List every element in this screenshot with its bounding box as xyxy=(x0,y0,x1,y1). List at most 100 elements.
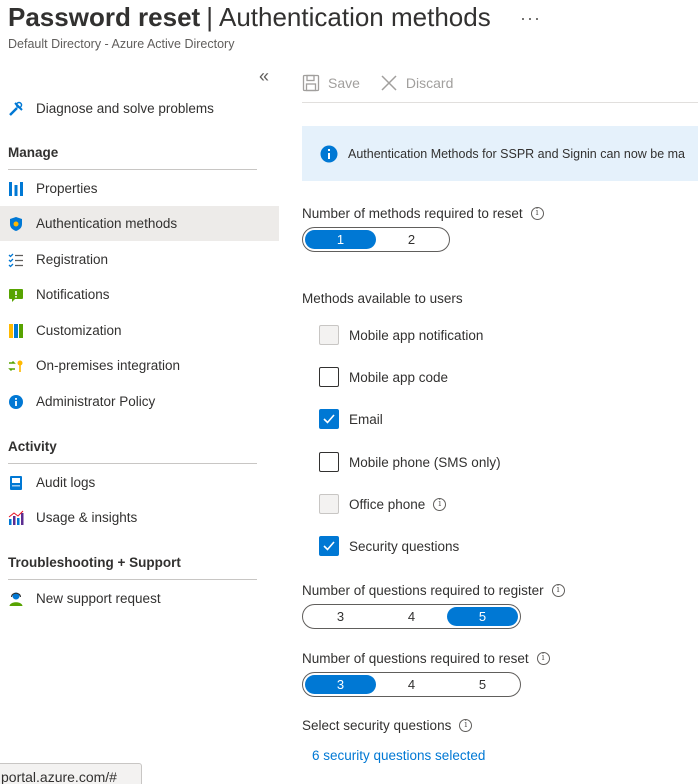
checkbox[interactable] xyxy=(319,536,339,556)
save-label: Save xyxy=(328,75,360,91)
close-icon xyxy=(381,75,397,91)
page-title-main: Password reset xyxy=(8,2,201,32)
nav-divider xyxy=(8,169,257,170)
method-label: Office phone xyxy=(349,496,426,512)
security-questions-link[interactable]: 6 security questions selected xyxy=(312,748,485,763)
discard-label: Discard xyxy=(405,75,454,91)
audit-log-icon xyxy=(8,475,24,491)
questions-reset-option-4[interactable]: 4 xyxy=(376,675,447,694)
sidebar-item-label: Authentication methods xyxy=(36,216,178,231)
bar-chart-icon xyxy=(8,510,24,526)
sidebar-item-label: Usage & insights xyxy=(36,510,138,525)
banner-text: Authentication Methods for SSPR and Sign… xyxy=(348,146,686,161)
method-mobile-phone-sms[interactable]: Mobile phone (SMS only) xyxy=(319,452,501,472)
methods-available-label: Methods available to users xyxy=(302,291,463,306)
methods-required-option-2[interactable]: 2 xyxy=(376,230,447,249)
page-title: Password reset | Authentication methods xyxy=(8,2,491,33)
sidebar-item-on-premises-integration[interactable]: On-premises integration xyxy=(0,348,279,383)
save-button[interactable]: Save xyxy=(302,74,360,92)
sidebar-item-usage-insights[interactable]: Usage & insights xyxy=(0,500,279,535)
method-mobile-app-notification[interactable]: Mobile app notification xyxy=(319,325,483,345)
nav-divider xyxy=(8,579,257,580)
sidebar-item-new-support-request[interactable]: New support request xyxy=(0,581,279,616)
nav-section-manage: Manage xyxy=(8,145,59,160)
method-office-phone[interactable]: Office phone i xyxy=(319,494,447,514)
sidebar-item-registration[interactable]: Registration xyxy=(0,242,279,277)
nav-divider xyxy=(8,463,257,464)
questions-reset-option-5[interactable]: 5 xyxy=(447,675,518,694)
info-icon xyxy=(320,145,338,162)
notification-icon xyxy=(8,287,24,303)
customization-icon xyxy=(8,323,24,339)
sidebar-item-diagnose[interactable]: Diagnose and solve problems xyxy=(0,91,279,126)
sidebar-item-label: Properties xyxy=(36,181,98,196)
method-label: Mobile phone (SMS only) xyxy=(349,454,501,470)
questions-register-option-3[interactable]: 3 xyxy=(305,607,376,626)
sidebar-item-administrator-policy[interactable]: Administrator Policy xyxy=(0,384,279,419)
wrench-icon xyxy=(8,101,24,117)
info-icon[interactable]: i xyxy=(530,207,544,220)
more-options-icon[interactable]: ··· xyxy=(520,8,541,29)
methods-required-toggle[interactable]: 1 2 xyxy=(302,227,450,252)
method-label: Security questions xyxy=(349,538,460,554)
sidebar-item-label: New support request xyxy=(36,591,161,606)
questions-register-option-4[interactable]: 4 xyxy=(376,607,447,626)
support-person-icon xyxy=(8,591,24,607)
info-icon[interactable]: i xyxy=(551,584,565,597)
method-label: Mobile app notification xyxy=(349,327,484,343)
discard-button[interactable]: Discard xyxy=(380,74,453,92)
sidebar-item-label: Notifications xyxy=(36,287,110,302)
sidebar-item-notifications[interactable]: Notifications xyxy=(0,277,279,312)
sidebar-item-authentication-methods[interactable]: Authentication methods xyxy=(0,206,279,241)
checkmark-icon xyxy=(323,414,335,424)
checkbox[interactable] xyxy=(319,452,339,472)
checkmark-icon xyxy=(323,541,335,551)
nav-section-activity: Activity xyxy=(8,439,57,454)
sidebar-item-label: Diagnose and solve problems xyxy=(36,101,214,116)
page-title-sub: Authentication methods xyxy=(218,2,491,32)
checkbox[interactable] xyxy=(319,325,339,345)
save-icon xyxy=(302,74,320,92)
properties-icon xyxy=(8,181,24,197)
questions-register-toggle[interactable]: 3 4 5 xyxy=(302,604,521,629)
select-questions-label: Select security questions i xyxy=(302,718,473,733)
info-icon[interactable]: i xyxy=(459,719,473,732)
questions-register-label: Number of questions required to register… xyxy=(302,583,565,598)
shield-icon xyxy=(8,216,24,232)
method-label: Mobile app code xyxy=(349,369,449,385)
checklist-icon xyxy=(8,252,24,268)
method-email[interactable]: Email xyxy=(319,409,383,429)
info-icon[interactable]: i xyxy=(433,497,447,511)
checkbox[interactable] xyxy=(319,494,339,514)
sidebar-item-label: Registration xyxy=(36,252,109,267)
questions-reset-option-3[interactable]: 3 xyxy=(305,675,376,694)
method-mobile-app-code[interactable]: Mobile app code xyxy=(319,367,448,387)
methods-required-option-1[interactable]: 1 xyxy=(305,230,376,249)
checkbox[interactable] xyxy=(319,409,339,429)
sidebar-item-label: Customization xyxy=(36,323,122,338)
toolbar-divider xyxy=(302,102,698,103)
nav-section-troubleshooting: Troubleshooting + Support xyxy=(8,555,181,570)
sidebar-item-properties[interactable]: Properties xyxy=(0,171,279,206)
sidebar-item-label: Administrator Policy xyxy=(36,394,156,409)
info-icon xyxy=(8,394,24,410)
info-banner: Authentication Methods for SSPR and Sign… xyxy=(302,126,698,181)
status-url-tooltip: portal.azure.com/# xyxy=(0,763,142,784)
questions-register-option-5[interactable]: 5 xyxy=(447,607,518,626)
command-bar: Save Discard xyxy=(302,70,473,96)
sidebar-item-label: Audit logs xyxy=(36,475,96,490)
checkbox[interactable] xyxy=(319,367,339,387)
sidebar-item-customization[interactable]: Customization xyxy=(0,313,279,348)
questions-reset-toggle[interactable]: 3 4 5 xyxy=(302,672,521,697)
methods-required-label: Number of methods required to reset i xyxy=(302,206,544,221)
info-icon[interactable]: i xyxy=(536,652,550,665)
sync-key-icon xyxy=(8,358,24,374)
collapse-sidebar-button[interactable]: « xyxy=(259,67,269,85)
title-separator: | xyxy=(206,2,213,32)
method-label: Email xyxy=(349,411,383,427)
sidebar-item-audit-logs[interactable]: Audit logs xyxy=(0,465,279,500)
page-subtitle: Default Directory - Azure Active Directo… xyxy=(8,37,235,51)
questions-reset-label: Number of questions required to reset i xyxy=(302,651,550,666)
sidebar-item-label: On-premises integration xyxy=(36,358,181,373)
method-security-questions[interactable]: Security questions xyxy=(319,536,459,556)
